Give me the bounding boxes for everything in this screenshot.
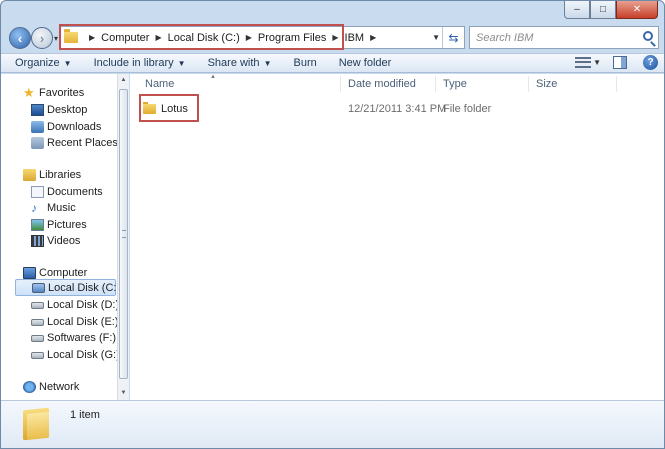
sidebar-item-documents[interactable]: Documents [31, 183, 103, 200]
column-header-type[interactable]: Type [443, 78, 467, 90]
column-header-size[interactable]: Size [536, 78, 557, 90]
forward-button[interactable]: › [31, 27, 53, 49]
sidebar-item-downloads[interactable]: Downloads [31, 118, 101, 135]
folder-icon [143, 102, 156, 114]
computer-icon [23, 266, 36, 279]
libraries-icon [23, 168, 36, 181]
recent-places-icon [31, 136, 44, 149]
network-icon [23, 380, 36, 393]
chevron-right-icon[interactable]: ▶ [89, 33, 95, 42]
column-divider[interactable] [616, 76, 617, 92]
search-input[interactable] [476, 31, 636, 44]
sidebar-item-desktop[interactable]: Desktop [31, 101, 87, 118]
preview-pane-icon[interactable] [613, 56, 627, 69]
close-button[interactable]: ✕ [616, 1, 658, 19]
share-with-button[interactable]: Share with ▼ [208, 57, 272, 69]
forward-arrow-icon: › [39, 30, 45, 46]
table-row[interactable]: Lotus [143, 98, 199, 120]
caret-down-icon: ▼ [177, 58, 186, 68]
column-header-name[interactable]: Name [145, 78, 174, 90]
file-date-modified: 12/21/2011 3:41 PM [348, 103, 447, 115]
sidebar-item-favorites[interactable]: ★ Favorites [23, 84, 84, 101]
back-button[interactable]: ‹ [9, 27, 31, 49]
star-icon: ★ [23, 84, 35, 100]
chevron-right-icon[interactable]: ▶ [155, 33, 161, 42]
scroll-down-icon[interactable]: ▼ [118, 387, 129, 400]
sidebar-item-libraries[interactable]: Libraries [23, 166, 81, 183]
item-count: 1 item [70, 409, 100, 421]
desktop-icon [31, 103, 44, 116]
column-divider[interactable] [435, 76, 436, 92]
include-in-library-button[interactable]: Include in library ▼ [94, 57, 186, 69]
breadcrumb-program-files[interactable]: Program Files [258, 32, 326, 44]
explorer-window: – □ ✕ ‹ › ▾ ▶ Computer ▶ Local Disk (C:)… [0, 0, 665, 449]
file-list-pane: ▲ Name Date modified Type Size Lotus 12/… [130, 74, 664, 400]
column-header-date-modified[interactable]: Date modified [348, 78, 416, 90]
breadcrumb-ibm[interactable]: IBM [345, 32, 365, 44]
address-dropdown-icon[interactable]: ▼ [432, 33, 440, 42]
refresh-icon[interactable]: ⇆ [442, 27, 464, 48]
sidebar-item-network[interactable]: Network [23, 378, 79, 395]
sidebar-item-local-disk-g[interactable]: Local Disk (G:) [31, 346, 120, 363]
recent-pages-dropdown-icon[interactable]: ▾ [54, 34, 58, 43]
documents-icon [31, 185, 44, 198]
caret-down-icon: ▼ [63, 58, 72, 68]
organize-button[interactable]: Organize ▼ [15, 57, 72, 69]
folder-icon [23, 407, 49, 441]
command-bar: Organize ▼ Include in library ▼ Share with… [1, 53, 664, 73]
sidebar-item-softwares-f[interactable]: Softwares (F:) [31, 329, 116, 346]
view-controls: ▼ ? [575, 55, 658, 70]
column-divider[interactable] [528, 76, 529, 92]
folder-icon [64, 29, 78, 43]
sidebar-item-recent-places[interactable]: Recent Places [31, 134, 118, 151]
view-dropdown-icon[interactable]: ▼ [593, 58, 601, 67]
file-name[interactable]: Lotus [161, 103, 188, 115]
back-arrow-icon: ‹ [17, 30, 23, 46]
drive-icon [31, 335, 44, 342]
navigation-pane: ★ Favorites Desktop Downloads Recent Plac… [1, 74, 120, 400]
help-icon[interactable]: ? [643, 55, 658, 70]
drive-icon [31, 352, 44, 359]
change-view-icon[interactable] [575, 56, 592, 70]
column-divider[interactable] [340, 76, 341, 92]
scroll-up-icon[interactable]: ▲ [118, 74, 129, 87]
minimize-button[interactable]: – [564, 1, 590, 19]
scrollbar-thumb[interactable] [119, 89, 128, 379]
address-bar[interactable]: ▶ Computer ▶ Local Disk (C:) ▶ Program F… [59, 26, 465, 49]
chevron-right-icon[interactable]: ▶ [370, 33, 376, 42]
navigation-pane-scrollbar[interactable]: ▲ ▼ [117, 74, 129, 400]
breadcrumb-computer[interactable]: Computer [101, 32, 149, 44]
details-pane: 1 item [1, 400, 664, 448]
window-controls: – □ ✕ [564, 1, 658, 19]
new-folder-button[interactable]: New folder [339, 57, 392, 69]
music-icon: ♪ [31, 200, 37, 215]
downloads-icon [31, 120, 44, 133]
sort-indicator-icon: ▲ [210, 74, 216, 80]
videos-icon [31, 234, 44, 247]
sidebar-item-local-disk-c[interactable]: Local Disk (C:) [15, 279, 120, 296]
sidebar-item-local-disk-d[interactable]: Local Disk (D:) [31, 296, 119, 313]
sidebar-item-videos[interactable]: Videos [31, 232, 80, 249]
maximize-button[interactable]: □ [590, 1, 616, 19]
search-box[interactable] [469, 26, 659, 49]
file-type: File folder [443, 103, 492, 115]
search-icon[interactable] [643, 31, 653, 41]
drive-icon [31, 302, 44, 309]
caret-down-icon: ▼ [263, 58, 272, 68]
sidebar-item-pictures[interactable]: Pictures [31, 216, 87, 233]
burn-button[interactable]: Burn [293, 57, 316, 69]
chevron-right-icon[interactable]: ▶ [332, 33, 338, 42]
system-drive-icon [32, 282, 45, 293]
breadcrumb-local-disk-c[interactable]: Local Disk (C:) [168, 32, 240, 44]
pictures-icon [31, 218, 44, 231]
drive-icon [31, 319, 44, 326]
chevron-right-icon[interactable]: ▶ [246, 33, 252, 42]
sidebar-item-local-disk-e[interactable]: Local Disk (E:) [31, 313, 119, 330]
sidebar-item-music[interactable]: ♪ Music [31, 199, 76, 216]
